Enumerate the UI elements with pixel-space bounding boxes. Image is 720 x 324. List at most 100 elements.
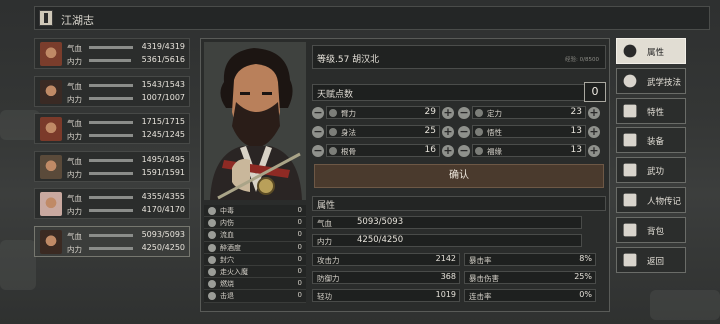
status-effect-name: 内伤	[220, 219, 234, 228]
stat-label: 气血	[67, 231, 82, 241]
attr-increase-button[interactable]: +	[442, 145, 454, 157]
member-hp-row: 气血 4319/4319	[67, 42, 187, 53]
status-effects-list: 中毒 0 内伤 0 流血 0 醉酒度 0 封穴 0 走火入魔 0 燃烧 0 击退 0	[204, 205, 306, 303]
menu-item-label: 背包	[647, 226, 665, 237]
menu-item-6[interactable]: 人物传记	[616, 187, 686, 213]
menu-item-3[interactable]: 特性	[616, 97, 686, 124]
mp-bar	[89, 209, 133, 212]
menu-item-2[interactable]: 武学技法	[616, 67, 686, 94]
attr-name: 悟性	[487, 128, 502, 137]
attr-increase-button[interactable]: +	[588, 145, 600, 157]
attr-4: 悟性 13	[472, 125, 586, 138]
attr-name: 臂力	[341, 109, 356, 118]
attr-decrease-button[interactable]: −	[458, 145, 470, 157]
attr-decrease-button[interactable]: −	[312, 126, 324, 138]
status-effect-row: 中毒 0	[204, 205, 306, 218]
attr-increase-button[interactable]: +	[442, 107, 454, 119]
hp-bar	[89, 196, 133, 199]
manual-icon	[623, 163, 637, 177]
confirm-button[interactable]: 确认	[314, 164, 604, 188]
menu-item-label: 人物传记	[647, 197, 682, 207]
attr-2: 定力 23	[472, 106, 586, 119]
combat-stat-name: 轻功	[317, 292, 332, 301]
attr-name: 根骨	[341, 147, 356, 156]
stat-value: 1715/1715	[141, 117, 185, 126]
status-effect-name: 封穴	[220, 255, 234, 264]
menu-item-label: 武学技法	[647, 77, 682, 88]
combat-stat: 轻功 1019	[312, 289, 460, 302]
stat-label: 内力	[67, 244, 82, 254]
menu-item-8[interactable]: 返回	[616, 246, 686, 273]
party-member-card[interactable]: 气血 5093/5093 内力 4250/4250	[34, 225, 190, 257]
stat-value: 1543/1543	[141, 79, 185, 89]
menu-item-7[interactable]: 背包	[616, 216, 686, 243]
mp-bar	[89, 96, 133, 100]
menu-item-label: 特性	[647, 107, 665, 118]
stat-value: 4319/4319	[141, 42, 185, 51]
status-effect-row: 击退 0	[204, 290, 306, 303]
attr-value: 25	[424, 126, 436, 136]
attr-decrease-button[interactable]: −	[312, 145, 324, 157]
status-effect-icon	[208, 267, 216, 276]
stat-label: 内力	[67, 132, 82, 141]
stat-label: 气血	[67, 44, 82, 53]
menu-item-label: 武功	[647, 167, 665, 178]
bag-icon	[623, 223, 637, 237]
member-mp-row: 内力 5361/5616	[67, 55, 187, 66]
mp-bar	[89, 59, 132, 62]
attr-5: 根骨 16	[326, 144, 440, 157]
menu-item-4[interactable]: 装备	[616, 127, 686, 154]
attr-name: 福缘	[487, 147, 502, 156]
member-avatar	[40, 229, 62, 254]
combat-stat-value: 25%	[574, 272, 592, 281]
status-effect-name: 走火入魔	[220, 267, 248, 276]
hp-bar	[89, 46, 133, 49]
status-effect-row: 内伤 0	[204, 217, 306, 230]
title-bar: 江湖志	[34, 6, 710, 30]
talent-points-value: 0	[584, 82, 606, 102]
member-hp-row: 气血 1495/1495	[67, 155, 187, 166]
party-member-card[interactable]: 气血 4355/4355 内力 4170/4170	[34, 188, 190, 219]
martial-skill-icon	[623, 74, 637, 88]
attr-increase-button[interactable]: +	[588, 126, 600, 138]
stat-label: 内力	[67, 207, 82, 216]
stat-value: 1591/1591	[141, 167, 185, 177]
page-title: 江湖志	[61, 14, 94, 27]
menu-item-5[interactable]: 武功	[616, 157, 686, 184]
stat-value: 1245/1245	[141, 130, 185, 139]
stat-label: 气血	[67, 156, 82, 166]
party-member-card[interactable]: 气血 4319/4319 内力 5361/5616	[34, 38, 190, 69]
party-member-card[interactable]: 气血 1715/1715 内力 1245/1245	[34, 113, 190, 144]
status-effect-value: 0	[297, 279, 302, 288]
status-effect-row: 封穴 0	[204, 253, 306, 266]
stat-value: 1495/1495	[141, 154, 185, 164]
status-effect-icon	[208, 255, 216, 264]
attr-1: 臂力 29	[326, 106, 440, 119]
party-member-card[interactable]: 气血 1495/1495 内力 1591/1591	[34, 150, 190, 182]
status-effect-name: 击退	[220, 292, 234, 301]
status-effect-name: 燃烧	[220, 280, 234, 289]
attr-decrease-button[interactable]: −	[458, 126, 470, 138]
status-effect-icon	[208, 243, 216, 252]
hp-bar	[89, 233, 133, 237]
stat-value: 5361/5616	[141, 55, 185, 64]
experience-text: 经验: 0/8500	[565, 57, 599, 63]
attr-increase-button[interactable]: +	[442, 126, 454, 138]
attr-decrease-button[interactable]: −	[458, 107, 470, 119]
combat-stat-name: 攻击力	[317, 256, 340, 265]
attr-increase-button[interactable]: +	[588, 107, 600, 119]
attr-decrease-button[interactable]: −	[312, 107, 324, 119]
attr-value: 23	[570, 107, 582, 117]
menu-item-1[interactable]: 属性	[616, 38, 686, 64]
status-effect-value: 0	[297, 291, 302, 300]
status-effect-value: 0	[297, 254, 302, 263]
status-effect-row: 走火入魔 0	[204, 265, 306, 279]
attr-icon	[329, 128, 337, 136]
stat-label: 内力	[67, 169, 82, 179]
mp-bar	[89, 246, 133, 250]
trait-icon	[623, 104, 637, 117]
attr-icon	[475, 147, 483, 155]
combat-stat: 连击率 0%	[464, 289, 596, 302]
party-member-card[interactable]: 气血 1543/1543 内力 1007/1007	[34, 75, 190, 107]
stat-value: 1007/1007	[141, 92, 185, 102]
